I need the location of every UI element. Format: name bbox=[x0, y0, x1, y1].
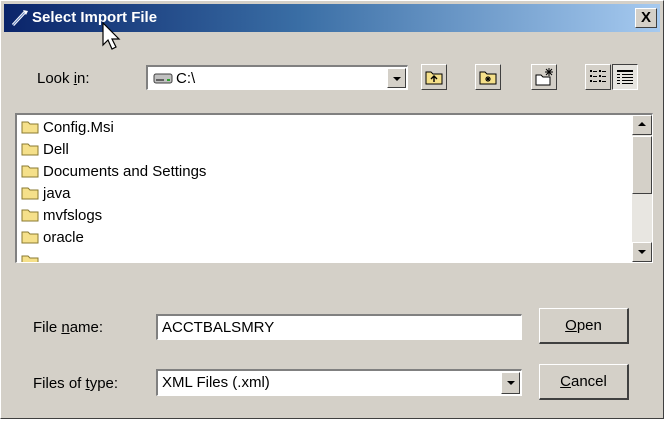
arrow-up-icon bbox=[638, 122, 646, 126]
details-view-button[interactable] bbox=[612, 64, 638, 90]
up-one-level-icon bbox=[425, 71, 443, 85]
open-button-label: pen bbox=[576, 317, 602, 334]
files-of-type-label-pre: Files of bbox=[33, 375, 86, 392]
scroll-thumb[interactable] bbox=[632, 136, 652, 194]
list-view-button[interactable] bbox=[585, 64, 611, 90]
chevron-down-icon bbox=[393, 77, 401, 81]
files-of-type-value: XML Files (.xml) bbox=[162, 374, 270, 391]
look-in-dropdown-button[interactable] bbox=[387, 68, 406, 88]
file-name-label-pre: File bbox=[33, 319, 62, 336]
cancel-button-label: ancel bbox=[570, 373, 607, 390]
look-in-label-post: n: bbox=[77, 70, 90, 87]
files-of-type-combo[interactable]: XML Files (.xml) bbox=[156, 369, 522, 396]
vertical-scrollbar[interactable] bbox=[632, 115, 652, 262]
select-import-file-dialog: Select Import File X Look in: C:\ Config… bbox=[0, 0, 664, 419]
desktop-button[interactable] bbox=[475, 64, 501, 90]
window-title: Select Import File bbox=[32, 9, 158, 26]
folder-icon bbox=[21, 255, 39, 262]
arrow-down-icon bbox=[638, 250, 646, 254]
close-button[interactable]: X bbox=[635, 8, 657, 28]
file-name-label: File name: bbox=[33, 319, 103, 336]
folder-icon bbox=[21, 187, 39, 200]
desktop-icon bbox=[479, 71, 497, 85]
scroll-down-button[interactable] bbox=[632, 242, 652, 262]
file-name-input[interactable] bbox=[156, 314, 522, 340]
files-of-type-label: Files of type: bbox=[33, 375, 118, 392]
folder-icon bbox=[21, 165, 39, 178]
scroll-up-button[interactable] bbox=[632, 115, 652, 135]
look-in-label: Look in: bbox=[37, 70, 90, 87]
folder-icon bbox=[21, 143, 39, 156]
look-in-label-pre: Look bbox=[37, 70, 74, 87]
cancel-button-mnemonic: C bbox=[560, 373, 571, 390]
files-of-type-label-post: ype: bbox=[89, 375, 119, 392]
up-one-level-button[interactable] bbox=[421, 64, 447, 90]
file-name-label-post: ame: bbox=[69, 319, 104, 336]
open-button-mnemonic: O bbox=[565, 317, 577, 334]
folder-icon bbox=[21, 231, 39, 244]
look-in-value: C:\ bbox=[176, 70, 196, 87]
look-in-combo[interactable]: C:\ bbox=[146, 65, 408, 90]
chevron-down-icon bbox=[507, 381, 515, 385]
files-of-type-dropdown-button[interactable] bbox=[501, 372, 520, 394]
file-name: java bbox=[43, 185, 71, 202]
drive-icon bbox=[153, 73, 173, 84]
file-name: oracle bbox=[43, 229, 84, 246]
cancel-button[interactable]: Cancel bbox=[539, 364, 629, 400]
new-folder-icon bbox=[535, 68, 553, 86]
file-list[interactable]: Config.Msi Dell Documents and Settings j… bbox=[15, 113, 653, 263]
new-folder-button[interactable] bbox=[531, 64, 557, 90]
file-name: Documents and Settings bbox=[43, 163, 207, 180]
wand-icon bbox=[11, 10, 28, 27]
open-button[interactable]: Open bbox=[539, 308, 629, 344]
file-name-label-mnemonic: n bbox=[61, 319, 70, 336]
details-view-icon bbox=[617, 70, 633, 84]
file-name: Dell bbox=[43, 141, 69, 158]
folder-icon bbox=[21, 121, 39, 134]
mouse-cursor-icon bbox=[102, 21, 121, 50]
file-name: Config.Msi bbox=[43, 119, 114, 136]
file-name: mvfslogs bbox=[43, 207, 103, 224]
list-view-icon bbox=[590, 70, 606, 82]
close-icon: X bbox=[640, 9, 651, 26]
folder-icon bbox=[21, 209, 39, 222]
